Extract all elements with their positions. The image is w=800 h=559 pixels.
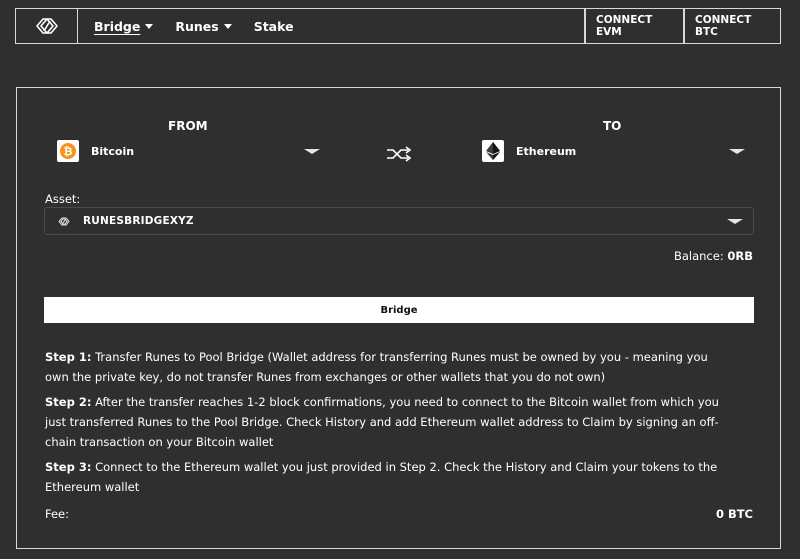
svg-text:₿: ₿ [64, 145, 73, 158]
nav-runes[interactable]: Runes [175, 18, 232, 34]
runesbridge-logo-icon [35, 18, 58, 34]
chevron-down-icon[interactable] [729, 149, 745, 154]
chevron-down-icon [145, 23, 154, 29]
nav-stake-label: Stake [253, 18, 294, 34]
connect-evm-button[interactable]: CONNECT EVM [584, 9, 683, 43]
nav-bridge-label: Bridge [94, 18, 141, 34]
step-title: Step 3: [45, 460, 92, 474]
swap-direction-button[interactable] [386, 146, 412, 166]
top-navbar: Bridge Runes Stake CONNECT EVM CONNECT B… [15, 8, 781, 44]
to-chain-select[interactable]: Ethereum [482, 140, 576, 162]
balance-value: 0RB [727, 249, 753, 263]
asset-name: RUNESBRIDGEXYZ [83, 215, 194, 227]
from-chain-select[interactable]: ₿ Bitcoin [57, 140, 134, 162]
step-3: Step 3: Connect to the Ethereum wallet y… [45, 457, 735, 497]
ethereum-icon [482, 140, 504, 162]
asset-select[interactable]: RUNESBRIDGEXYZ [44, 207, 754, 235]
fee-label: Fee: [45, 507, 70, 521]
chevron-down-icon [223, 23, 232, 29]
connect-btc-button[interactable]: CONNECT BTC [683, 9, 780, 43]
bridge-button[interactable]: Bridge [44, 297, 754, 323]
shuffle-icon [387, 146, 412, 162]
nav-stake[interactable]: Stake [254, 19, 294, 34]
step-text: Connect to the Ethereum wallet you just … [45, 460, 718, 494]
step-title: Step 1: [45, 350, 92, 364]
chevron-down-icon [727, 219, 743, 224]
runesbridge-logo-icon [58, 217, 70, 225]
step-1: Step 1: Transfer Runes to Pool Bridge (W… [45, 347, 735, 387]
nav-bridge[interactable]: Bridge [94, 18, 154, 34]
to-chain-name: Ethereum [516, 144, 577, 158]
from-chain-name: Bitcoin [91, 144, 135, 158]
bridge-panel: FROM TO ₿ Bitcoin Ethereum Asset: RUNESB… [16, 87, 781, 549]
instructions: Step 1: Transfer Runes to Pool Bridge (W… [45, 347, 735, 502]
chevron-down-icon[interactable] [304, 149, 320, 154]
balance-label: Balance: [673, 249, 724, 263]
bitcoin-icon: ₿ [57, 140, 79, 162]
to-title: TO [603, 119, 622, 133]
balance: Balance: 0RB [674, 249, 753, 263]
step-title: Step 2: [45, 395, 92, 409]
nav-links: Bridge Runes Stake [78, 9, 584, 43]
step-text: Transfer Runes to Pool Bridge (Wallet ad… [45, 350, 708, 384]
nav-runes-label: Runes [175, 18, 219, 34]
fee-value: 0 BTC [715, 507, 753, 521]
step-text: After the transfer reaches 1-2 block con… [45, 395, 719, 449]
logo[interactable] [16, 9, 78, 43]
asset-label: Asset: [45, 192, 81, 206]
step-2: Step 2: After the transfer reaches 1-2 b… [45, 392, 735, 452]
from-title: FROM [168, 119, 208, 133]
